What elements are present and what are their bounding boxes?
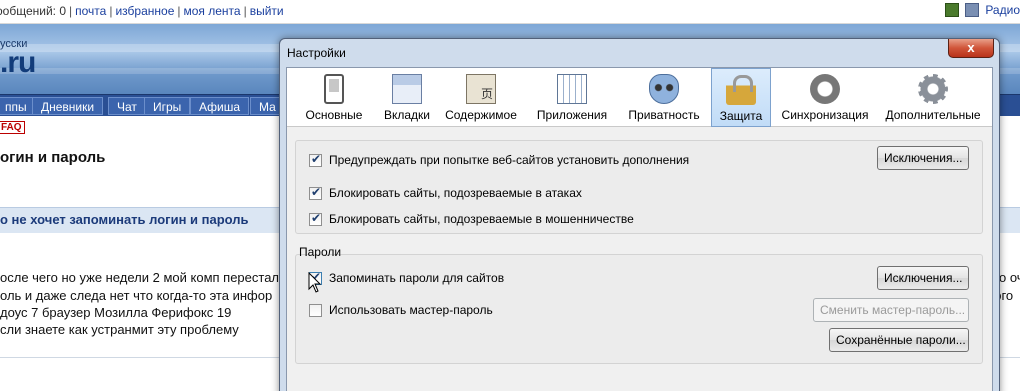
tab-label: Дополнительные xyxy=(885,108,981,122)
close-button[interactable]: x xyxy=(948,39,994,58)
privacy-mask-icon xyxy=(649,74,679,104)
site-topbar: ообщений: 0 | почта | избранное | моя лента | вы… xyxy=(0,0,1020,24)
nav-chat[interactable]: Чат xyxy=(108,97,146,115)
faq-badge[interactable]: FAQ xyxy=(0,121,25,134)
post-line: сли знаете как устранмит эту проблему xyxy=(0,322,239,337)
content-icon xyxy=(466,74,496,104)
warn-addons-checkbox[interactable] xyxy=(309,152,322,167)
favorites-link[interactable]: избранное xyxy=(115,4,174,18)
master-password-row[interactable]: Использовать мастер-пароль xyxy=(309,302,493,318)
master-password-checkbox[interactable] xyxy=(309,303,322,317)
nav-diaries[interactable]: Дневники xyxy=(32,97,104,115)
block-attack-label: Блокировать сайты, подозреваемые в атака… xyxy=(329,186,582,200)
tab-advanced[interactable]: Дополнительные xyxy=(879,68,987,127)
tab-sync[interactable]: Синхронизация xyxy=(775,68,875,127)
nav-afisha[interactable]: Афиша xyxy=(190,97,250,115)
tab-content[interactable]: Содержимое xyxy=(439,68,523,127)
tab-label: Приложения xyxy=(536,108,608,122)
remember-passwords-label: Запоминать пароли для сайтов xyxy=(329,271,505,285)
addons-exceptions-button[interactable]: Исключения... xyxy=(877,146,969,170)
tab-label: Основные xyxy=(305,108,363,122)
post-line-overflow: о оч xyxy=(999,270,1020,285)
tab-general[interactable]: Основные xyxy=(291,68,377,127)
master-password-label: Использовать мастер-пароль xyxy=(329,303,493,317)
nav-groups[interactable]: ппы xyxy=(0,97,36,115)
tab-label: Вкладки xyxy=(383,108,431,122)
saved-passwords-button[interactable]: Сохранённые пароли... xyxy=(829,328,969,352)
tab-label: Приватность xyxy=(628,108,700,122)
tab-label: Защита xyxy=(719,109,763,123)
sync-icon xyxy=(810,74,840,104)
site-logo[interactable]: .ru xyxy=(0,46,36,80)
block-attack-checkbox[interactable] xyxy=(309,185,322,200)
tab-applications[interactable]: Приложения xyxy=(527,68,617,127)
tabs-icon xyxy=(392,74,422,104)
passwords-legend: Пароли xyxy=(299,245,342,259)
tab-label: Синхронизация xyxy=(781,108,869,122)
change-master-password-button[interactable]: Сменить мастер-пароль... xyxy=(813,298,969,322)
password-exceptions-button[interactable]: Исключения... xyxy=(877,266,969,290)
dialog-title: Настройки xyxy=(287,46,346,60)
warn-addons-row[interactable]: Предупреждать при попытке веб-сайтов уст… xyxy=(309,152,689,168)
radio-link[interactable]: Радио xyxy=(985,3,1020,17)
tab-security[interactable]: Защита xyxy=(711,68,771,127)
gear-icon xyxy=(918,74,948,104)
page-title: огин и пароль xyxy=(0,149,106,166)
mail-link[interactable]: почта xyxy=(75,4,106,18)
block-attack-row[interactable]: Блокировать сайты, подозреваемые в атака… xyxy=(309,185,582,201)
preferences-toolbar: Основные Вкладки Содержимое Приложения П… xyxy=(287,68,992,127)
post-line: доус 7 браузер Мозилла Ферифокс 19 xyxy=(0,305,232,320)
feed-link[interactable]: моя лента xyxy=(184,4,241,18)
dialog-client: Основные Вкладки Содержимое Приложения П… xyxy=(286,67,993,391)
block-forgery-checkbox[interactable] xyxy=(309,211,322,226)
remember-passwords-row[interactable]: Запоминать пароли для сайтов xyxy=(309,270,504,286)
topbar-right: Радио xyxy=(945,3,1020,17)
radio-icon[interactable] xyxy=(965,3,980,17)
messages-count: ообщений: 0 xyxy=(0,4,67,18)
app-icon[interactable] xyxy=(945,3,960,17)
post-line: осле чего но уже недели 2 мой комп перес… xyxy=(0,270,280,285)
general-icon xyxy=(324,74,344,104)
tab-tabs[interactable]: Вкладки xyxy=(377,68,437,127)
mouse-pointer-icon xyxy=(308,272,322,293)
topbar-links: ообщений: 0 | почта | избранное | моя лента | вы… xyxy=(0,4,284,18)
settings-dialog: Настройки x Основные Вкладки Содержимое … xyxy=(279,38,1000,391)
block-forgery-row[interactable]: Блокировать сайты, подозреваемые в мошен… xyxy=(309,211,634,227)
tab-label: Содержимое xyxy=(445,108,517,122)
applications-icon xyxy=(557,74,587,104)
tab-privacy[interactable]: Приватность xyxy=(619,68,709,127)
block-forgery-label: Блокировать сайты, подозреваемые в мошен… xyxy=(329,212,634,226)
nav-games[interactable]: Игры xyxy=(144,97,191,115)
post-line: оль и даже следа нет что когда-то эта ин… xyxy=(0,288,273,303)
logout-link[interactable]: выйти xyxy=(250,4,284,18)
warn-addons-label: Предупреждать при попытке веб-сайтов уст… xyxy=(329,153,690,167)
padlock-icon xyxy=(726,75,756,105)
topic-title: о не хочет запоминать логин и пароль xyxy=(0,212,249,227)
